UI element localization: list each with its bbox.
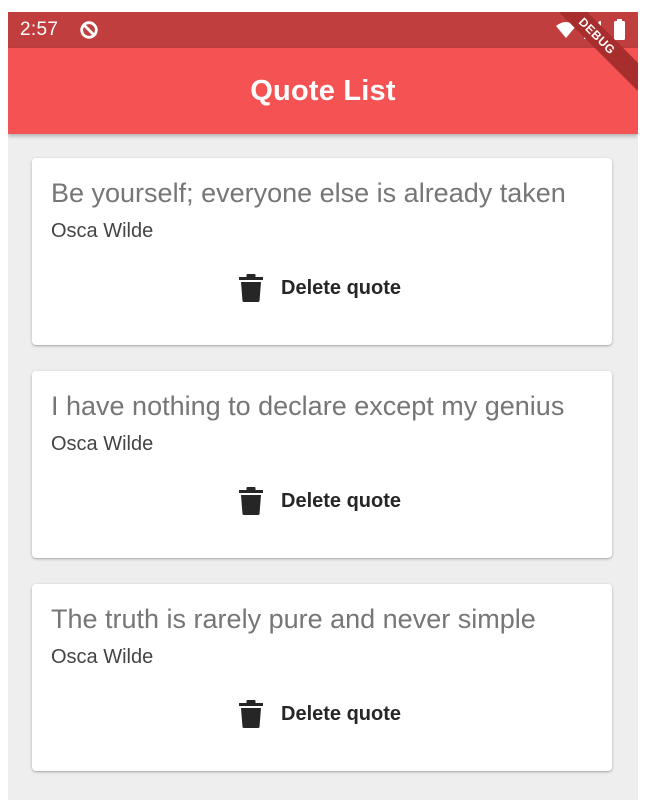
quote-card: Be yourself; everyone else is already ta… [32, 158, 612, 345]
app-notification-icon [80, 21, 98, 39]
quote-text: Be yourself; everyone else is already ta… [51, 178, 566, 208]
quote-text: I have nothing to declare except my geni… [51, 391, 565, 421]
app-bar: Quote List [8, 48, 638, 134]
trash-icon [239, 274, 263, 302]
delete-button-label: Delete quote [281, 489, 402, 512]
quote-author: Osca Wilde [51, 220, 154, 242]
phone-screen: 2:57 Quote List DEBUG Be yourself; every… [8, 12, 638, 800]
battery-icon [614, 19, 625, 40]
quote-card: The truth is rarely pure and never simpl… [32, 584, 612, 771]
quote-author: Osca Wilde [51, 646, 154, 668]
quote-text: The truth is rarely pure and never simpl… [51, 604, 536, 634]
trash-icon [239, 700, 263, 728]
app-title: Quote List [250, 75, 396, 107]
trash-icon [239, 487, 263, 515]
status-bar: 2:57 [8, 12, 638, 48]
delete-quote-button[interactable]: Delete quote [224, 688, 420, 740]
delete-quote-button[interactable]: Delete quote [224, 475, 420, 527]
delete-button-label: Delete quote [281, 702, 402, 725]
quote-author: Osca Wilde [51, 433, 154, 455]
status-time: 2:57 [20, 19, 59, 40]
delete-quote-button[interactable]: Delete quote [224, 262, 420, 314]
quote-card: I have nothing to declare except my geni… [32, 371, 612, 558]
delete-button-label: Delete quote [281, 276, 402, 299]
